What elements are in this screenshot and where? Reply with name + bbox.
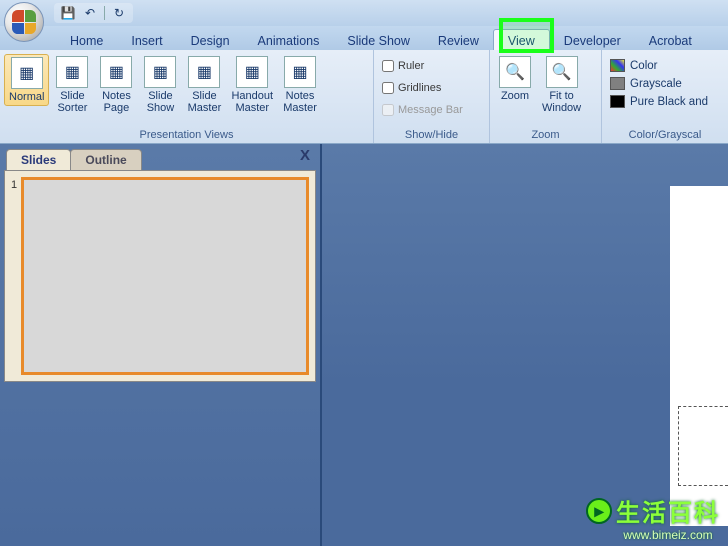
- gridlines-checkbox[interactable]: Gridlines: [378, 80, 467, 96]
- tab-view[interactable]: View: [493, 29, 550, 50]
- fit-to-window-icon: 🔍: [546, 56, 578, 88]
- tab-home[interactable]: Home: [56, 30, 117, 50]
- group-show-hide: Ruler Gridlines Message Bar Show/Hide: [374, 50, 490, 143]
- button-label: HandoutMaster: [231, 90, 273, 114]
- color-swatch-icon: [610, 95, 625, 108]
- button-label: NotesPage: [102, 90, 131, 114]
- fit-to-window-button[interactable]: 🔍Fit toWindow: [538, 54, 585, 116]
- handout-master-icon: ▦: [236, 56, 268, 88]
- color-label: Color: [630, 60, 657, 72]
- office-button[interactable]: [4, 2, 44, 42]
- group-label: Zoom: [494, 127, 597, 143]
- qat-separator: [104, 6, 105, 20]
- ribbon-tabs: Home Insert Design Animations Slide Show…: [0, 26, 728, 50]
- watermark-title: 生活百科: [616, 493, 720, 528]
- color-label: Pure Black and: [630, 96, 708, 108]
- slide-show-icon: ▦: [144, 56, 176, 88]
- placeholder-box: [678, 406, 728, 486]
- group-label: Color/Grayscal: [606, 127, 724, 143]
- slide-thumbnail-1[interactable]: 1: [11, 177, 309, 375]
- button-label: SlideSorter: [57, 90, 87, 114]
- zoom-button[interactable]: 🔍 Zoom: [494, 54, 536, 104]
- pane-tabs: Slides Outline X: [0, 144, 320, 170]
- tab-slide-show[interactable]: Slide Show: [333, 30, 424, 50]
- checkbox-icon[interactable]: [382, 60, 394, 72]
- checkbox-label: Message Bar: [398, 104, 463, 116]
- group-label: Presentation Views: [4, 127, 369, 143]
- button-label: NotesMaster: [283, 90, 317, 114]
- button-label: Normal: [9, 91, 44, 103]
- tab-animations[interactable]: Animations: [244, 30, 334, 50]
- handout-master-button[interactable]: ▦HandoutMaster: [227, 54, 277, 116]
- group-label: Show/Hide: [378, 127, 485, 143]
- close-icon[interactable]: X: [300, 147, 310, 164]
- color-button[interactable]: Color: [606, 58, 712, 73]
- tab-acrobat[interactable]: Acrobat: [635, 30, 706, 50]
- button-label: Fit toWindow: [542, 90, 581, 114]
- color-swatch-icon: [610, 77, 625, 90]
- tab-developer[interactable]: Developer: [550, 30, 635, 50]
- slide-sorter-icon: ▦: [56, 56, 88, 88]
- button-label: Zoom: [501, 90, 529, 102]
- ruler-checkbox[interactable]: Ruler: [378, 58, 467, 74]
- slide-stage[interactable]: [322, 144, 728, 546]
- pane-tab-slides[interactable]: Slides: [6, 149, 71, 170]
- workspace: Slides Outline X 1: [0, 144, 728, 546]
- save-icon[interactable]: 💾: [60, 5, 76, 21]
- button-label: SlideShow: [147, 90, 175, 114]
- checkbox-label: Gridlines: [398, 82, 441, 94]
- normal-button[interactable]: ▦ Normal: [4, 54, 49, 106]
- slide-master-button[interactable]: ▦SlideMaster: [183, 54, 225, 116]
- color-swatch-icon: [610, 59, 625, 72]
- pane-tab-outline[interactable]: Outline: [70, 149, 141, 170]
- checkbox-icon: [382, 104, 394, 116]
- office-logo-icon: [12, 10, 36, 34]
- group-color-grayscale: Color Grayscale Pure Black and Color/Grays…: [602, 50, 728, 143]
- zoom-icon: 🔍: [499, 56, 531, 88]
- checkbox-label: Ruler: [398, 60, 424, 72]
- slide-show-button[interactable]: ▦SlideShow: [139, 54, 181, 116]
- undo-icon[interactable]: ↶: [82, 5, 98, 21]
- quick-access-toolbar: 💾 ↶ ↻: [54, 3, 133, 23]
- checkbox-icon[interactable]: [382, 82, 394, 94]
- notes-page-icon: ▦: [100, 56, 132, 88]
- button-label: SlideMaster: [188, 90, 222, 114]
- titlebar: 💾 ↶ ↻: [0, 0, 728, 26]
- group-zoom: 🔍Zoom🔍Fit toWindow Zoom: [490, 50, 602, 143]
- slides-pane: Slides Outline X 1: [0, 144, 322, 546]
- tab-insert[interactable]: Insert: [117, 30, 176, 50]
- slide-master-icon: ▦: [188, 56, 220, 88]
- notes-master-icon: ▦: [284, 56, 316, 88]
- tab-design[interactable]: Design: [177, 30, 244, 50]
- watermark-arrow-icon: ▸: [586, 498, 612, 524]
- notes-page-button[interactable]: ▦NotesPage: [95, 54, 137, 116]
- group-presentation-views: ▦Normal▦SlideSorter▦NotesPage▦SlideShow▦…: [0, 50, 374, 143]
- tab-review[interactable]: Review: [424, 30, 493, 50]
- color-label: Grayscale: [630, 78, 682, 90]
- slide-number: 1: [11, 177, 21, 375]
- pane-body: 1: [4, 170, 316, 382]
- normal-icon: ▦: [11, 57, 43, 89]
- watermark: 生活百科 www.bimeiz.com: [616, 493, 720, 542]
- slide-thumb-image: [21, 177, 309, 375]
- watermark-url: www.bimeiz.com: [616, 528, 720, 542]
- redo-icon[interactable]: ↻: [111, 5, 127, 21]
- pure-bw-button[interactable]: Pure Black and: [606, 94, 712, 109]
- message-bar-checkbox: Message Bar: [378, 102, 467, 118]
- grayscale-button[interactable]: Grayscale: [606, 76, 712, 91]
- notes-master-button[interactable]: ▦NotesMaster: [279, 54, 321, 116]
- ribbon: ▦Normal▦SlideSorter▦NotesPage▦SlideShow▦…: [0, 50, 728, 144]
- slide-sorter-button[interactable]: ▦SlideSorter: [51, 54, 93, 116]
